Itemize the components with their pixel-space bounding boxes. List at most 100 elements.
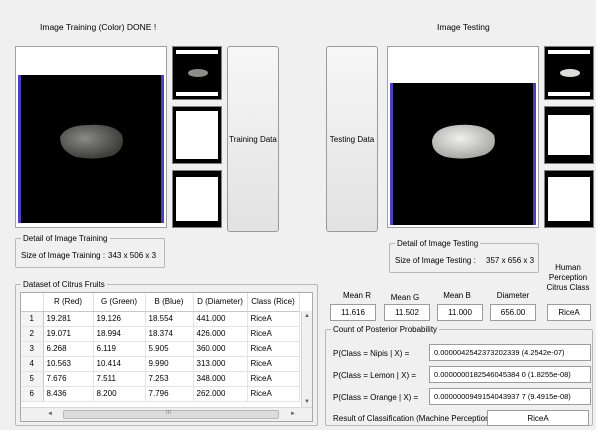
diameter-field[interactable]: 656.00	[490, 304, 536, 321]
table-cell[interactable]: 348.000	[193, 371, 248, 387]
scroll-down-icon[interactable]: ▼	[304, 399, 310, 405]
training-detail-legend: Detail of Image Training	[23, 234, 108, 243]
table-header-corner	[21, 293, 44, 312]
table-row[interactable]: 1 19.281 19.126 18.554 441.000 RiceA	[21, 311, 300, 327]
table-row[interactable]: 2 19.071 18.994 18.374 426.000 RiceA	[21, 326, 300, 342]
table-row[interactable]: 3 6.268 6.119 5.905 360.000 RiceA	[21, 341, 300, 357]
table-cell[interactable]: 441.000	[193, 311, 248, 327]
prob-nipis-label: P(Class = Nipis | X) =	[333, 349, 410, 358]
horizontal-scrollbar[interactable]: ◄ III ►	[21, 407, 312, 421]
table-cell[interactable]: 18.554	[145, 311, 194, 327]
human-perception-label: Human Perception Citrus Class	[546, 263, 590, 292]
prob-nipis-field[interactable]: 0.0000042542373202339 (4.2542e-07)	[429, 344, 591, 361]
diameter-label: Diameter	[496, 291, 530, 300]
training-thumb-1	[172, 46, 222, 100]
table-cell[interactable]: 6.268	[43, 341, 94, 357]
table-cell[interactable]: RiceA	[247, 371, 300, 387]
training-data-button[interactable]: Training Data	[227, 46, 279, 232]
testing-image	[390, 83, 536, 225]
scroll-left-icon[interactable]: ◄	[47, 411, 53, 417]
mean-b-label: Mean B	[443, 291, 471, 300]
testing-title: Image Testing	[437, 22, 490, 32]
table-cell[interactable]: 262.000	[193, 386, 248, 402]
column-header[interactable]: G (Green)	[93, 293, 146, 312]
scrollbar-thumb[interactable]: III	[63, 410, 279, 419]
table-cell[interactable]: 7.511	[93, 371, 146, 387]
prob-lemon-field[interactable]: 0.0000000182546045384 0 (1.8255e-08)	[429, 366, 591, 383]
testing-size-label: Size of Image Testing :	[395, 256, 476, 265]
table-row[interactable]: 4 10.563 10.414 9.990 313.000 RiceA	[21, 356, 300, 372]
table-cell[interactable]: 360.000	[193, 341, 248, 357]
dataset-table-container[interactable]: R (Red) G (Green) B (Blue) D (Diameter) …	[20, 292, 313, 422]
testing-size-value: 357 x 656 x 3	[486, 256, 535, 265]
table-cell[interactable]: 7.253	[145, 371, 194, 387]
table-cell[interactable]: 18.994	[93, 326, 146, 342]
table-cell[interactable]: 19.281	[43, 311, 94, 327]
testing-image-frame	[387, 46, 539, 228]
dataset-legend: Dataset of Citrus Fruits	[23, 280, 105, 289]
table-cell[interactable]: 10.414	[93, 356, 146, 372]
table-cell[interactable]: 18.374	[145, 326, 194, 342]
image-edge-left	[18, 75, 21, 223]
table-cell[interactable]: 8.436	[43, 386, 94, 402]
table-cell[interactable]: 19.126	[93, 311, 146, 327]
training-image	[18, 75, 164, 223]
table-header-row: R (Red) G (Green) B (Blue) D (Diameter) …	[21, 293, 300, 312]
mean-r-field[interactable]: 11.616	[330, 304, 376, 321]
scroll-right-icon[interactable]: ►	[290, 411, 296, 417]
table-cell[interactable]: 7.796	[145, 386, 194, 402]
row-header[interactable]: 4	[21, 356, 44, 372]
testing-thumb-2	[544, 106, 594, 164]
row-header[interactable]: 1	[21, 311, 44, 327]
table-cell[interactable]: 8.200	[93, 386, 146, 402]
result-label: Result of Classification (Machine Percep…	[333, 414, 497, 423]
scroll-up-icon[interactable]: ▲	[304, 313, 310, 319]
dataset-table: R (Red) G (Green) B (Blue) D (Diameter) …	[21, 293, 300, 402]
thumb-rice-icon	[560, 69, 580, 77]
row-header[interactable]: 3	[21, 341, 44, 357]
testing-data-button[interactable]: Testing Data	[326, 46, 378, 232]
mean-r-label: Mean R	[342, 291, 371, 300]
table-cell[interactable]: RiceA	[247, 341, 300, 357]
table-cell[interactable]: 19.071	[43, 326, 94, 342]
scrollbar-grip: III	[166, 410, 172, 416]
column-header[interactable]: D (Diameter)	[193, 293, 248, 312]
table-row[interactable]: 6 8.436 8.200 7.796 262.000 RiceA	[21, 386, 300, 402]
image-edge-left	[390, 83, 393, 225]
training-thumb-2	[172, 106, 222, 164]
table-cell[interactable]: 6.119	[93, 341, 146, 357]
row-header[interactable]: 5	[21, 371, 44, 387]
row-header[interactable]: 6	[21, 386, 44, 402]
table-row[interactable]: 5 7.676 7.511 7.253 348.000 RiceA	[21, 371, 300, 387]
table-cell[interactable]: RiceA	[247, 326, 300, 342]
table-cell[interactable]: 313.000	[193, 356, 248, 372]
table-cell[interactable]: 9.990	[145, 356, 194, 372]
table-cell[interactable]: 426.000	[193, 326, 248, 342]
testing-thumb-3	[544, 170, 594, 228]
training-image-frame	[15, 46, 167, 228]
column-header[interactable]: R (Red)	[43, 293, 94, 312]
training-title: Image Training (Color) DONE !	[40, 22, 157, 32]
prob-orange-field[interactable]: 0.0000000949154043937 7 (9.4915e-08)	[429, 388, 591, 405]
table-cell[interactable]: RiceA	[247, 356, 300, 372]
column-header[interactable]: Class (Rice)	[247, 293, 300, 312]
training-size-value: 343 x 506 x 3	[108, 251, 157, 260]
prob-orange-label: P(Class = Orange | X) =	[333, 393, 419, 402]
image-edge-right	[533, 83, 536, 225]
human-class-field[interactable]: RiceA	[547, 304, 591, 321]
table-cell[interactable]: 10.563	[43, 356, 94, 372]
table-cell[interactable]: RiceA	[247, 311, 300, 327]
thumb-rice-icon	[188, 69, 208, 77]
rice-grain-shape	[432, 124, 495, 159]
image-edge-right	[161, 75, 164, 223]
result-field[interactable]: RiceA	[487, 410, 589, 426]
table-cell[interactable]: 7.676	[43, 371, 94, 387]
table-cell[interactable]: 5.905	[145, 341, 194, 357]
rice-grain-shape	[60, 124, 123, 159]
row-header[interactable]: 2	[21, 326, 44, 342]
mean-b-field[interactable]: 11.000	[437, 304, 483, 321]
column-header[interactable]: B (Blue)	[145, 293, 194, 312]
vertical-scrollbar[interactable]: ▲ ▼	[301, 311, 312, 407]
mean-g-field[interactable]: 11.502	[384, 304, 430, 321]
table-cell[interactable]: RiceA	[247, 386, 300, 402]
